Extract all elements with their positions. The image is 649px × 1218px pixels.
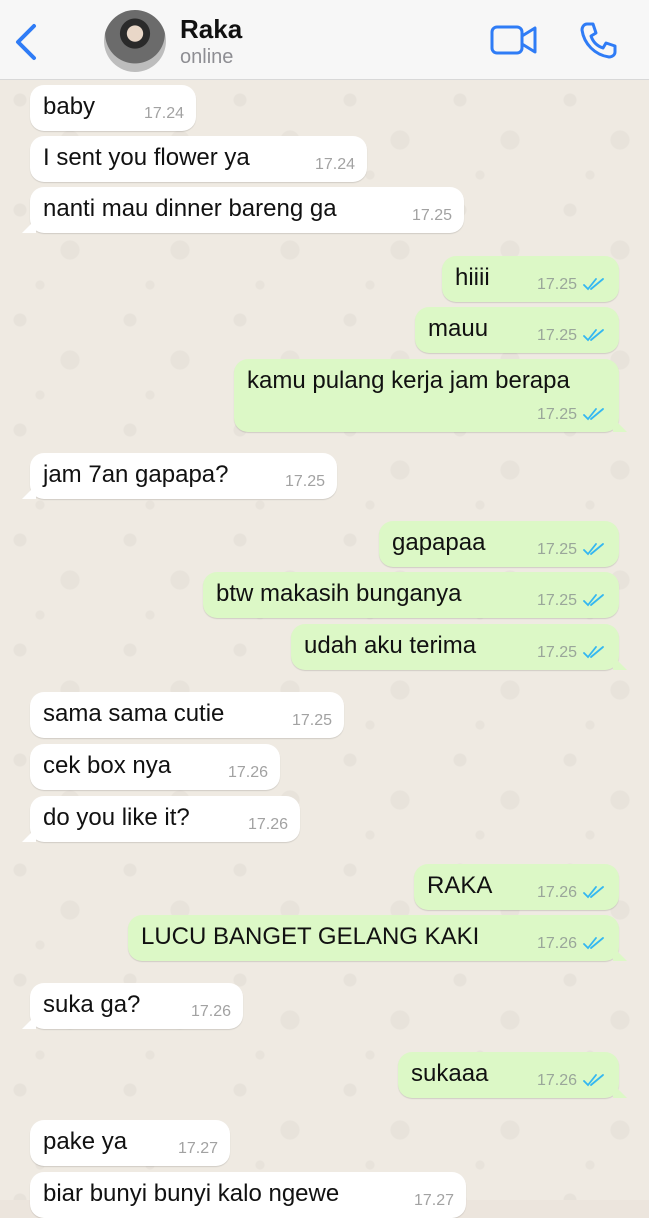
video-call-button[interactable]	[490, 22, 538, 58]
message-text: hiiii	[455, 264, 490, 291]
double-check-icon	[583, 543, 604, 556]
incoming-message-bubble[interactable]: do you like it? 17.26	[22, 796, 300, 842]
bubble-tail	[22, 219, 36, 233]
double-check-icon	[583, 937, 604, 950]
double-check-icon	[583, 1074, 604, 1087]
bubble-tail	[22, 1015, 36, 1029]
bubble-tail	[613, 947, 627, 961]
chevron-left-icon	[16, 24, 36, 60]
message-time: 17.24	[314, 156, 355, 173]
message-text: jam 7an gapapa?	[43, 461, 229, 488]
message-text: sama sama cutie	[43, 700, 225, 727]
message-text: LUCU BANGET GELANG KAKI	[141, 923, 480, 950]
phone-icon	[580, 22, 617, 59]
message-text: suka ga?	[43, 991, 141, 1018]
message-time: 17.27	[177, 1140, 218, 1157]
message-text: RAKA	[427, 872, 493, 899]
incoming-message-bubble[interactable]: biar bunyi bunyi kalo ngewe 17.27	[30, 1172, 466, 1218]
message-time: 17.26	[227, 764, 268, 781]
double-check-icon	[583, 646, 604, 659]
double-check-icon	[583, 278, 604, 291]
incoming-message-bubble[interactable]: sama sama cutie 17.25	[30, 692, 344, 738]
message-time: 17.26	[190, 1003, 231, 1020]
message-time: 17.26	[247, 816, 288, 833]
message-time: 17.24	[143, 105, 184, 122]
incoming-message-bubble[interactable]: suka ga? 17.26	[22, 983, 243, 1029]
outgoing-message-bubble[interactable]: LUCU BANGET GELANG KAKI 17.26	[128, 915, 627, 961]
incoming-message-bubble[interactable]: I sent you flower ya 17.24	[30, 136, 367, 182]
double-check-icon	[583, 886, 604, 899]
bubble-tail	[22, 485, 36, 499]
double-check-icon	[583, 594, 604, 607]
message-text: nanti mau dinner bareng ga	[43, 195, 337, 222]
message-text: cek box nya	[43, 752, 172, 779]
message-text: baby	[43, 93, 96, 120]
bubble-tail	[613, 1084, 627, 1098]
video-camera-icon	[490, 25, 537, 55]
message-time: 17.26	[536, 1072, 577, 1089]
voice-call-button[interactable]	[578, 20, 618, 60]
message-time: 17.26	[536, 884, 577, 901]
incoming-message-bubble[interactable]: nanti mau dinner bareng ga 17.25	[22, 187, 464, 233]
outgoing-message-bubble[interactable]: kamu pulang kerja jam berapa 17.25	[234, 359, 627, 432]
incoming-message-bubble[interactable]: cek box nya 17.26	[30, 744, 280, 790]
message-time: 17.25	[536, 541, 577, 558]
message-text: sukaaa	[411, 1060, 489, 1087]
incoming-message-bubble[interactable]: baby 17.24	[30, 85, 196, 131]
avatar[interactable]	[104, 10, 166, 72]
outgoing-message-bubble[interactable]: mauu 17.25	[415, 307, 619, 353]
message-text: udah aku terima	[304, 632, 477, 659]
chat-header: Raka online	[0, 0, 649, 80]
message-time: 17.25	[536, 592, 577, 609]
message-text: I sent you flower ya	[43, 144, 250, 171]
message-time: 17.25	[536, 276, 577, 293]
message-text: do you like it?	[43, 804, 190, 831]
bubble-tail	[22, 828, 36, 842]
message-time: 17.27	[413, 1192, 454, 1209]
incoming-message-bubble[interactable]: pake ya 17.27	[30, 1120, 230, 1166]
double-check-icon	[583, 329, 604, 342]
message-text: mauu	[428, 315, 489, 342]
message-time: 17.26	[536, 935, 577, 952]
outgoing-message-bubble[interactable]: btw makasih bunganya 17.25	[203, 572, 619, 618]
back-button[interactable]	[10, 22, 46, 62]
outgoing-message-bubble[interactable]: udah aku terima 17.25	[291, 624, 627, 670]
outgoing-message-bubble[interactable]: gapapaa 17.25	[379, 521, 619, 567]
message-time: 17.25	[536, 406, 577, 423]
contact-status: online	[180, 46, 234, 68]
outgoing-message-bubble[interactable]: hiiii 17.25	[442, 256, 619, 302]
message-text: gapapaa	[392, 529, 486, 556]
message-text: pake ya	[43, 1128, 128, 1155]
bubble-tail	[613, 656, 627, 670]
contact-name[interactable]: Raka	[180, 14, 242, 45]
message-time: 17.25	[536, 327, 577, 344]
message-time: 17.25	[284, 473, 325, 490]
double-check-icon	[583, 408, 604, 421]
message-text: btw makasih bunganya	[216, 580, 462, 607]
outgoing-message-bubble[interactable]: RAKA 17.26	[414, 864, 619, 910]
message-time: 17.25	[411, 207, 452, 224]
message-text: kamu pulang kerja jam berapa	[247, 367, 570, 394]
message-time: 17.25	[536, 644, 577, 661]
message-time: 17.25	[291, 712, 332, 729]
bubble-tail	[613, 418, 627, 432]
outgoing-message-bubble[interactable]: sukaaa 17.26	[398, 1052, 627, 1098]
message-text: biar bunyi bunyi kalo ngewe	[43, 1180, 340, 1207]
incoming-message-bubble[interactable]: jam 7an gapapa? 17.25	[22, 453, 337, 499]
